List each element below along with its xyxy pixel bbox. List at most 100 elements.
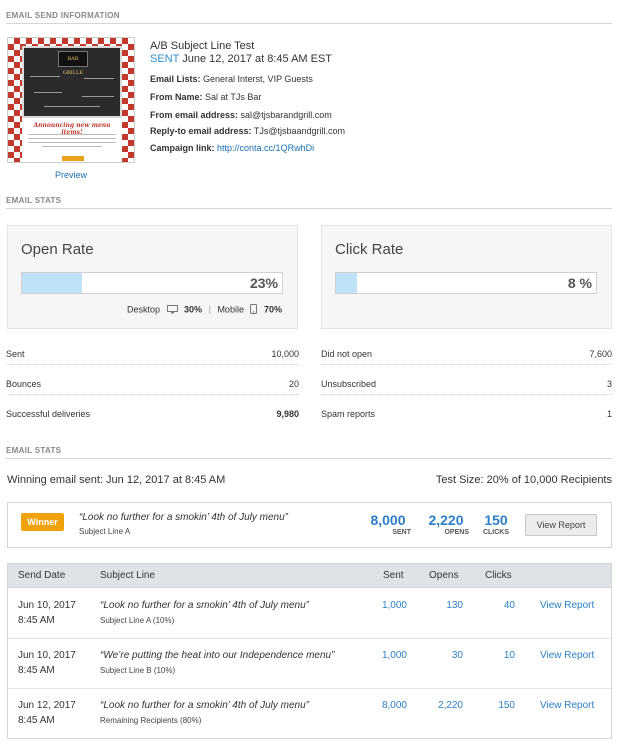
row-view-report-link[interactable]: View Report: [540, 700, 594, 711]
info-label: Campaign link:: [150, 143, 215, 153]
sent-date: June 12, 2017 at 8:45 AM EST: [182, 53, 333, 65]
row-view-report-link[interactable]: View Report: [540, 650, 594, 661]
stat-value-sent: 10,000: [271, 349, 299, 359]
chalk-scribble: [30, 76, 60, 77]
device-separator: |: [208, 304, 211, 315]
open-rate-fill: [22, 273, 82, 293]
row-sent[interactable]: 1,000: [382, 600, 407, 611]
row-view-report-link[interactable]: View Report: [540, 600, 594, 611]
winner-clicks-value: 150: [484, 512, 508, 528]
header-subject-line[interactable]: Subject Line: [100, 570, 155, 581]
open-rate-card: Open Rate 23% Desktop 30% | Mobile 70%: [7, 225, 298, 329]
email-stats-section-title: EMAIL STATS: [6, 196, 62, 205]
ab-results-table: Send Date Subject Line Sent Opens Clicks…: [7, 563, 612, 739]
winner-opens-value: 2,220: [428, 512, 464, 528]
row-time: 8:45 AM: [18, 665, 55, 676]
mobile-icon: [250, 304, 258, 316]
winner-opens-label: OPENS: [444, 529, 469, 536]
row-variant: Subject Line B (10%): [100, 666, 176, 675]
table-header: Send Date Subject Line Sent Opens Clicks: [8, 564, 611, 588]
table-row: Jun 10, 2017 8:45 AM “Look no further fo…: [8, 589, 611, 639]
stat-value-bounces: 20: [288, 379, 299, 389]
thumbnail-text-line: [28, 138, 116, 139]
row-subject: “We’re putting the heat into our Indepen…: [100, 650, 335, 661]
chalk-scribble: [82, 96, 114, 97]
info-row-from-email: From email address: sal@tjsbarandgrill.c…: [150, 110, 332, 120]
open-rate-title: Open Rate: [21, 241, 94, 258]
email-stats-divider: [6, 208, 612, 209]
stat-divider: [321, 394, 612, 395]
row-opens[interactable]: 2,220: [438, 700, 463, 711]
open-rate-value: 23%: [249, 275, 278, 291]
chalk-scribble: [44, 106, 100, 107]
sent-status: SENT: [150, 53, 180, 65]
header-sent[interactable]: Sent: [383, 570, 404, 581]
ab-stats-divider: [6, 458, 612, 459]
row-opens[interactable]: 130: [446, 600, 463, 611]
desktop-label: Desktop: [126, 304, 161, 315]
stat-label-spam: Spam reports: [321, 409, 376, 419]
info-value: Sal at TJs Bar: [205, 92, 262, 102]
stat-label-bounces: Bounces: [6, 379, 42, 389]
open-rate-bar: 23%: [21, 272, 283, 294]
winner-sent-value: 8,000: [370, 512, 406, 528]
stat-value-unsubscribed: 3: [606, 379, 612, 389]
chalk-scribble: [84, 78, 114, 79]
row-sent[interactable]: 8,000: [382, 700, 407, 711]
row-subject: “Look no further for a smokin’ 4th of Ju…: [100, 600, 309, 611]
thumbnail-text-line: [42, 146, 102, 147]
header-clicks[interactable]: Clicks: [485, 570, 512, 581]
row-sent[interactable]: 1,000: [382, 650, 407, 661]
winner-sent-metric: 8,000 SENT: [363, 512, 413, 536]
thumbnail-text-line: [28, 142, 116, 143]
click-rate-fill: [336, 273, 357, 293]
header-opens[interactable]: Opens: [429, 570, 458, 581]
stat-label-did-not-open: Did not open: [321, 349, 373, 359]
row-variant: Subject Line A (10%): [100, 616, 175, 625]
table-row: Jun 12, 2017 8:45 AM “Look no further fo…: [8, 689, 611, 739]
stat-value-did-not-open: 7,600: [589, 349, 612, 359]
mobile-value: 70%: [263, 304, 282, 315]
row-date: Jun 10, 2017: [18, 650, 76, 661]
stat-label-deliveries: Successful deliveries: [6, 409, 91, 419]
row-date: Jun 10, 2017: [18, 600, 76, 611]
row-clicks[interactable]: 10: [504, 650, 515, 661]
email-thumbnail[interactable]: BAR GRILLE Announcing new menu items!: [7, 37, 135, 163]
info-label: Email Lists:: [150, 74, 201, 84]
stat-value-deliveries: 9,980: [276, 409, 299, 419]
row-clicks[interactable]: 150: [498, 700, 515, 711]
info-value: General Interst, VIP Guests: [203, 74, 313, 84]
send-info-divider: [6, 23, 612, 24]
row-time: 8:45 AM: [18, 715, 55, 726]
bar-grille-logo: BAR GRILLE: [58, 51, 88, 76]
stat-divider: [321, 364, 612, 365]
stat-divider: [6, 364, 299, 365]
campaign-link[interactable]: http://conta.cc/1QRwhDi: [217, 143, 314, 153]
header-send-date[interactable]: Send Date: [18, 570, 65, 581]
row-clicks[interactable]: 40: [504, 600, 515, 611]
winning-email-sent: Winning email sent: Jun 12, 2017 at 8:45…: [7, 474, 226, 486]
winner-sent-label: SENT: [392, 529, 411, 536]
row-subject: “Look no further for a smokin’ 4th of Ju…: [100, 700, 309, 711]
winner-view-report-button[interactable]: View Report: [525, 514, 597, 536]
info-label: From email address:: [150, 110, 239, 120]
stat-divider: [6, 394, 299, 395]
preview-link[interactable]: Preview: [7, 170, 135, 180]
sent-status-line: SENT June 12, 2017 at 8:45 AM EST: [150, 53, 332, 65]
winner-badge: Winner: [21, 513, 64, 531]
winner-variant: Subject Line A: [79, 527, 131, 536]
row-opens[interactable]: 30: [452, 650, 463, 661]
info-label: From Name:: [150, 92, 203, 102]
info-row-from-name: From Name: Sal at TJs Bar: [150, 92, 261, 102]
stat-value-spam: 1: [606, 409, 612, 419]
row-time: 8:45 AM: [18, 615, 55, 626]
test-size: Test Size: 20% of 10,000 Recipients: [435, 474, 612, 486]
desktop-value: 30%: [184, 304, 203, 315]
row-date: Jun 12, 2017: [18, 700, 76, 711]
winner-clicks-metric: 150 CLICKS: [474, 512, 518, 536]
click-rate-title: Click Rate: [335, 241, 404, 258]
click-rate-card: Click Rate 8 %: [321, 225, 612, 329]
info-value: TJs@tjsbaandgrill.com: [253, 126, 346, 136]
ab-stats-section-title: EMAIL STATS: [6, 446, 62, 455]
send-info-section-title: EMAIL SEND INFORMATION: [6, 11, 120, 20]
